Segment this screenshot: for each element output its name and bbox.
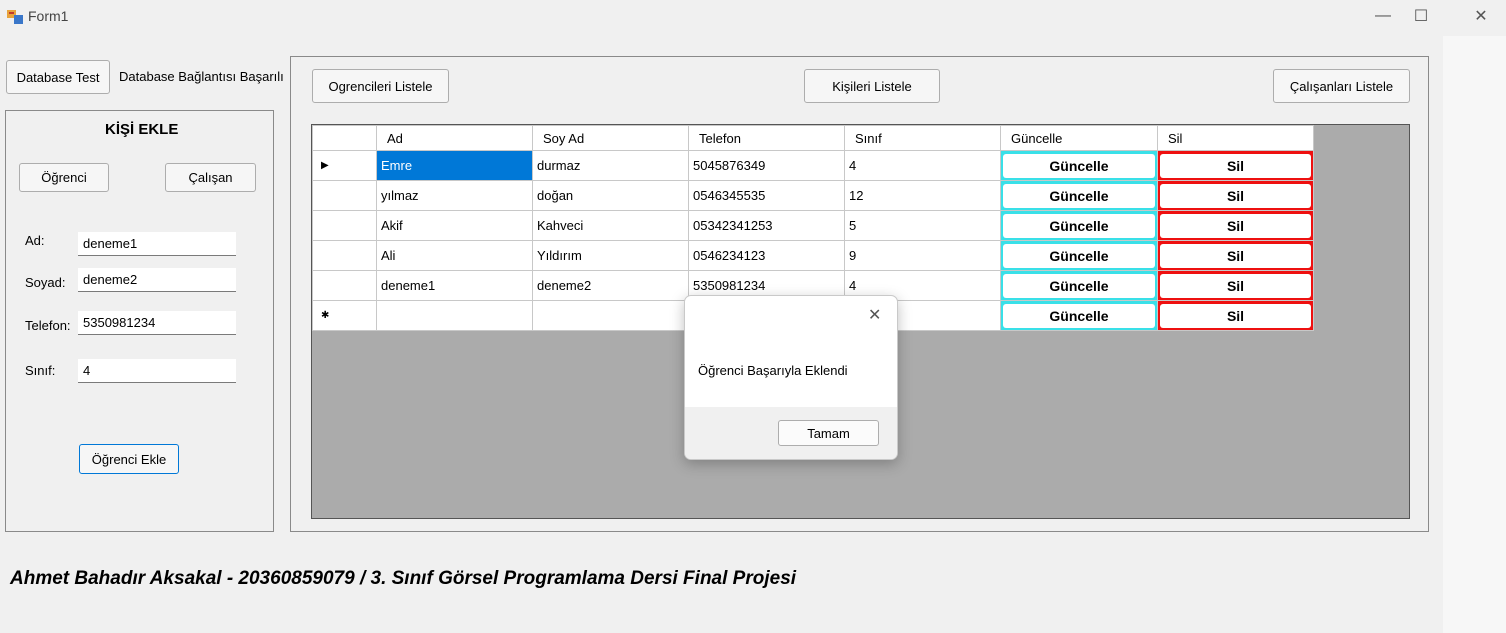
update-cell: Güncelle <box>1000 150 1158 181</box>
cell-soyad[interactable]: doğan <box>532 180 689 211</box>
database-test-button[interactable]: Database Test <box>6 60 110 94</box>
add-student-button[interactable]: Öğrenci Ekle <box>79 444 179 474</box>
telefon-input[interactable]: 5350981234 <box>78 311 236 335</box>
student-button[interactable]: Öğrenci <box>19 163 109 192</box>
close-icon[interactable]: ✕ <box>1458 0 1504 32</box>
maximize-icon[interactable]: ☐ <box>1398 0 1444 32</box>
update-cell: Güncelle <box>1000 210 1158 241</box>
message-dialog: ✕ Öğrenci Başarıyla Eklendi Tamam <box>684 295 898 460</box>
table-row[interactable]: ▶ Emre durmaz 5045876349 4 Güncelle Sil <box>312 150 1314 181</box>
sinif-label: Sınıf: <box>25 363 56 378</box>
cell-ad[interactable]: yılmaz <box>376 180 533 211</box>
sinif-input[interactable]: 4 <box>78 359 236 383</box>
soyad-label: Soyad: <box>25 275 66 290</box>
delete-cell: Sil <box>1157 180 1314 211</box>
delete-cell: Sil <box>1157 270 1314 301</box>
cell-telefon[interactable]: 0546345535 <box>688 180 845 211</box>
employee-button[interactable]: Çalışan <box>165 163 256 192</box>
delete-button[interactable]: Sil <box>1160 213 1311 238</box>
cell-soyad[interactable]: Kahveci <box>532 210 689 241</box>
column-header-soyad[interactable]: Soy Ad <box>532 125 689 151</box>
cell-ad[interactable]: Emre <box>376 150 533 181</box>
cell-ad[interactable]: Ali <box>376 240 533 271</box>
update-cell: Güncelle <box>1000 270 1158 301</box>
update-button[interactable]: Güncelle <box>1003 183 1155 208</box>
cell-telefon[interactable]: 5045876349 <box>688 150 845 181</box>
column-header-telefon[interactable]: Telefon <box>688 125 845 151</box>
new-row-header[interactable]: ✱ <box>312 300 377 331</box>
list-students-button[interactable]: Ogrencileri Listele <box>312 69 449 103</box>
cell-ad[interactable]: deneme1 <box>376 270 533 301</box>
row-header[interactable] <box>312 180 377 211</box>
update-cell: Güncelle <box>1000 300 1158 331</box>
cell-ad[interactable]: Akif <box>376 210 533 241</box>
grid-header-row: Ad Soy Ad Telefon Sınıf Güncelle Sil <box>312 125 1314 151</box>
cell-ad[interactable] <box>376 300 533 331</box>
delete-button[interactable]: Sil <box>1160 243 1311 268</box>
delete-button[interactable]: Sil <box>1160 303 1311 328</box>
column-header-sil[interactable]: Sil <box>1157 125 1314 151</box>
delete-cell: Sil <box>1157 300 1314 331</box>
window-edge <box>1443 36 1506 633</box>
database-status-label: Database Bağlantısı Başarılı <box>119 69 284 84</box>
dialog-close-icon[interactable]: ✕ <box>868 305 881 325</box>
ad-input[interactable]: deneme1 <box>78 232 236 256</box>
column-header-sinif[interactable]: Sınıf <box>844 125 1001 151</box>
cell-sinif[interactable]: 9 <box>844 240 1001 271</box>
row-header[interactable] <box>312 210 377 241</box>
row-header[interactable]: ▶ <box>312 150 377 181</box>
grid-corner-header[interactable] <box>312 125 377 151</box>
update-button[interactable]: Güncelle <box>1003 303 1155 328</box>
cell-sinif[interactable]: 5 <box>844 210 1001 241</box>
delete-button[interactable]: Sil <box>1160 153 1311 178</box>
delete-cell: Sil <box>1157 240 1314 271</box>
update-button[interactable]: Güncelle <box>1003 243 1155 268</box>
soyad-input[interactable]: deneme2 <box>78 268 236 292</box>
update-cell: Güncelle <box>1000 240 1158 271</box>
update-button[interactable]: Güncelle <box>1003 213 1155 238</box>
list-employees-button[interactable]: Çalışanları Listele <box>1273 69 1410 103</box>
add-person-title: KİŞİ EKLE <box>105 121 179 138</box>
delete-button[interactable]: Sil <box>1160 183 1311 208</box>
row-header[interactable] <box>312 270 377 301</box>
ad-label: Ad: <box>25 233 45 248</box>
update-button[interactable]: Güncelle <box>1003 273 1155 298</box>
update-cell: Güncelle <box>1000 180 1158 211</box>
table-row[interactable]: yılmaz doğan 0546345535 12 Güncelle Sil <box>312 180 1314 211</box>
cell-sinif[interactable]: 12 <box>844 180 1001 211</box>
delete-button[interactable]: Sil <box>1160 273 1311 298</box>
telefon-label: Telefon: <box>25 318 71 333</box>
app-icon <box>7 9 23 25</box>
footer-caption: Ahmet Bahadır Aksakal - 20360859079 / 3.… <box>10 568 797 589</box>
dialog-message: Öğrenci Başarıyla Eklendi <box>698 363 848 378</box>
dialog-ok-button[interactable]: Tamam <box>778 420 879 446</box>
cell-soyad[interactable] <box>532 300 689 331</box>
delete-cell: Sil <box>1157 210 1314 241</box>
list-people-button[interactable]: Kişileri Listele <box>804 69 940 103</box>
row-header[interactable] <box>312 240 377 271</box>
cell-soyad[interactable]: deneme2 <box>532 270 689 301</box>
window-title: Form1 <box>28 8 69 24</box>
update-button[interactable]: Güncelle <box>1003 153 1155 178</box>
cell-telefon[interactable]: 0546234123 <box>688 240 845 271</box>
table-row[interactable]: Ali Yıldırım 0546234123 9 Güncelle Sil <box>312 240 1314 271</box>
table-row[interactable]: Akif Kahveci 05342341253 5 Güncelle Sil <box>312 210 1314 241</box>
cell-telefon[interactable]: 05342341253 <box>688 210 845 241</box>
title-bar <box>0 0 1506 36</box>
cell-soyad[interactable]: durmaz <box>532 150 689 181</box>
delete-cell: Sil <box>1157 150 1314 181</box>
cell-soyad[interactable]: Yıldırım <box>532 240 689 271</box>
cell-sinif[interactable]: 4 <box>844 150 1001 181</box>
column-header-ad[interactable]: Ad <box>376 125 533 151</box>
column-header-guncelle[interactable]: Güncelle <box>1000 125 1158 151</box>
